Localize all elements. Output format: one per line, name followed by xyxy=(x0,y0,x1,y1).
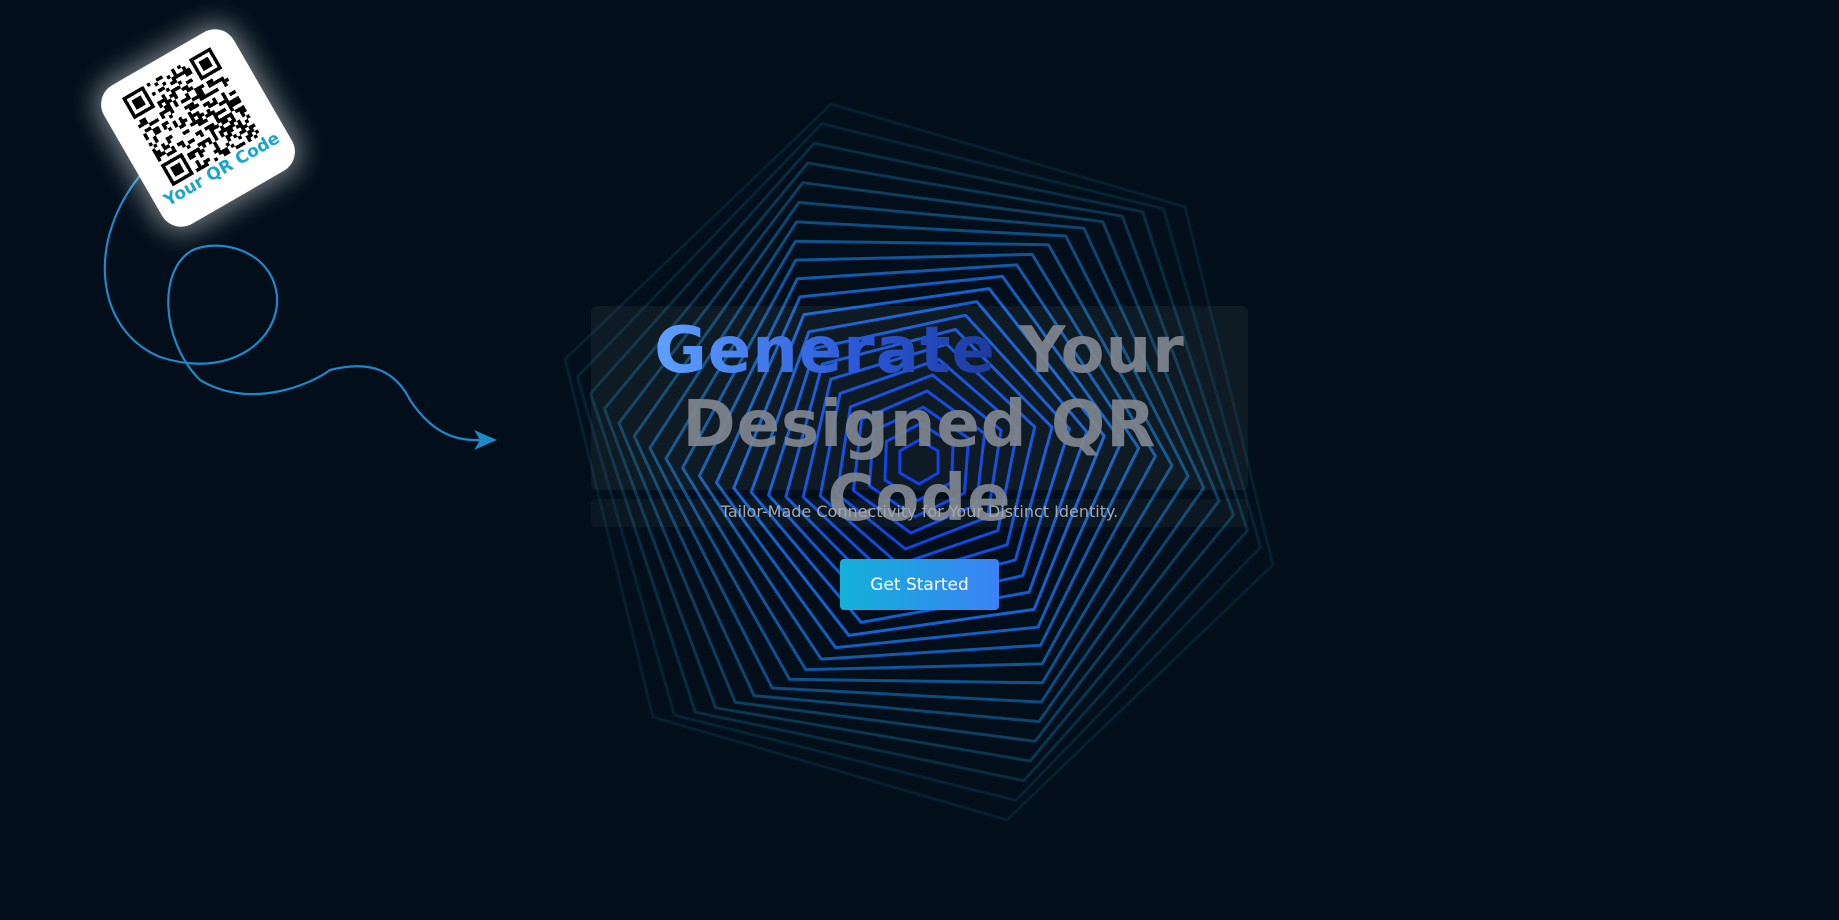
get-started-button[interactable]: Get Started xyxy=(840,559,999,610)
hero-title-highlight: Generate xyxy=(654,314,996,388)
landing-page: Your QR Code Generate Your Designed QR C… xyxy=(0,0,1839,920)
hero-title-line1-rest: Your xyxy=(1019,314,1185,388)
hero-subtitle: Tailor-Made Connectivity for Your Distin… xyxy=(720,502,1119,521)
